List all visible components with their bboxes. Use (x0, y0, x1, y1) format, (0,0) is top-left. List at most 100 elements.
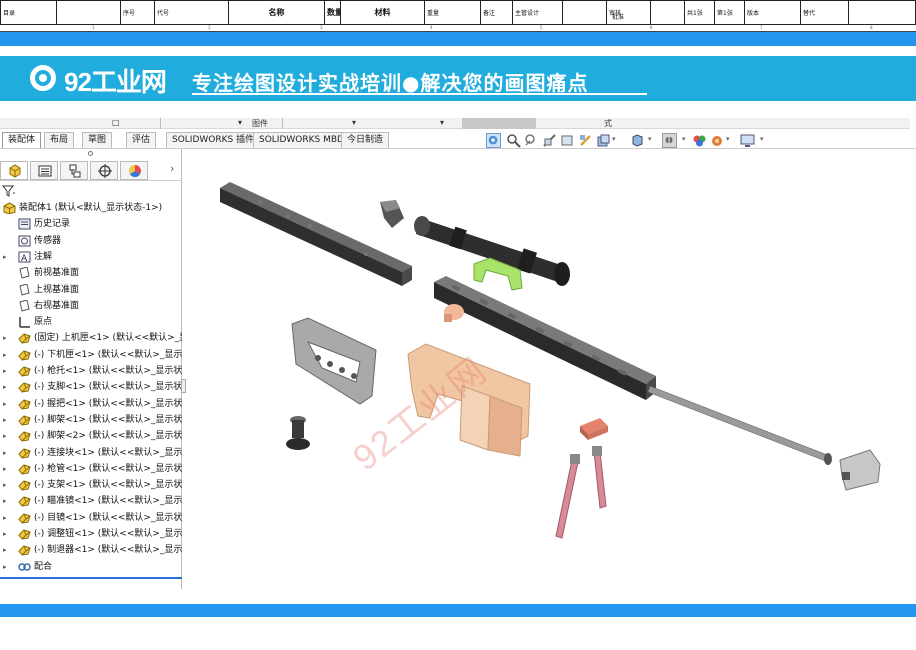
feature-tree-label: (-) 制退器<1> (默认<<默认>_显示状 (34, 545, 182, 556)
panel-scroll-right-icon[interactable]: › (170, 162, 174, 175)
feature-tree-node[interactable]: ▸ (-) 支架<1> (默认<<默认>_显示状态 (0, 477, 182, 493)
bipod-leg-1-part[interactable] (555, 454, 580, 539)
expand-arrow-icon[interactable]: ▸ (3, 379, 7, 395)
tab-solidworks-addins[interactable]: SOLIDWORKS 插件 (166, 132, 261, 148)
toolbar-item[interactable]: 式 (604, 118, 612, 129)
feature-tree-node[interactable]: ▸ (-) 连接块<1> (默认<<默认>_显示状态 (0, 445, 182, 461)
connector-block-part[interactable] (580, 418, 608, 440)
zoom-area-icon[interactable] (506, 133, 521, 148)
expand-arrow-icon[interactable]: ▸ (3, 477, 7, 493)
display-manager-tab[interactable] (120, 161, 148, 180)
apply-scene-icon[interactable] (692, 133, 707, 148)
tab-assembly[interactable]: 装配体 (2, 132, 42, 148)
expand-arrow-icon[interactable]: ▸ (3, 396, 7, 412)
expand-arrow-icon[interactable]: ▸ (3, 445, 7, 461)
tab-layout[interactable]: 布局 (44, 132, 75, 148)
feature-tree-node[interactable]: ▸ (-) 枪管<1> (默认<<默认>_显示状态 (0, 461, 182, 477)
hide-show-items-icon[interactable] (630, 133, 645, 148)
panel-collapse-dot[interactable] (88, 151, 93, 156)
title-cell: 共1张 (684, 0, 715, 25)
tab-sketch[interactable]: 草图 (82, 132, 113, 148)
adjust-knob-part[interactable] (444, 304, 464, 322)
tab-solidworks-mbd[interactable]: SOLIDWORKS MBD (253, 132, 350, 148)
feature-tree-node[interactable]: ▸ (-) 调整钮<1> (默认<<默认>_显示状 (0, 526, 182, 542)
filter-icon[interactable] (2, 185, 16, 197)
stock-part[interactable] (291, 317, 377, 405)
feature-tree-node[interactable]: ▸ (-) 脚架<1> (默认<<默认>_显示状态 (0, 412, 182, 428)
zoom-to-fit-icon[interactable] (486, 133, 501, 148)
feature-tree-tab[interactable] (0, 161, 28, 180)
feature-tree-node[interactable]: ▸ (固定) 上机匣<1> (默认<<默认>_显示 (0, 330, 182, 346)
feature-tree-node[interactable]: ▸ (-) 握把<1> (默认<<默认>_显示状态 (0, 396, 182, 412)
feature-tree-node[interactable]: 原点 (0, 314, 182, 330)
color-wheel-icon (128, 165, 142, 178)
dynamic-annotation-icon[interactable] (560, 133, 575, 148)
feature-tree-node[interactable]: ▸ (-) 脚架<2> (默认<<默认>_显示状态 (0, 428, 182, 444)
tab-evaluate[interactable]: 评估 (126, 132, 157, 148)
section-view-icon[interactable] (542, 133, 557, 148)
scope-part[interactable] (414, 216, 570, 286)
view-settings-icon[interactable] (710, 133, 725, 148)
feature-tree-node[interactable]: ▸ (-) 下机匣<1> (默认<<默认>_显示状 (0, 347, 182, 363)
part-icon (18, 513, 31, 524)
expand-arrow-icon[interactable]: ▸ (3, 412, 7, 428)
small-lever-part[interactable] (380, 200, 404, 228)
blue-divider-top (0, 32, 916, 46)
feature-tree-node[interactable]: 前视基准面 (0, 265, 182, 281)
expand-arrow-icon[interactable]: ▸ (3, 559, 7, 575)
feature-tree-node[interactable]: ▸ (-) 支脚<1> (默认<<默认>_显示状态 (0, 379, 182, 395)
command-manager-tabs: 装配体 布局 草图 评估 SOLIDWORKS 插件 SOLIDWORKS MB… (0, 130, 916, 149)
expand-arrow-icon[interactable]: ▸ (3, 461, 7, 477)
panel-resize-handle[interactable] (181, 379, 186, 393)
bipod-leg-2-part[interactable] (592, 446, 607, 509)
configuration-icon (69, 164, 81, 178)
display-style-icon[interactable] (596, 133, 611, 148)
expand-arrow-icon[interactable]: ▸ (3, 493, 7, 509)
toolbar-item[interactable]: □ (112, 118, 120, 127)
muzzle-brake-part[interactable] (839, 449, 881, 491)
dimxpert-manager-tab[interactable] (90, 161, 118, 180)
toolbar-item[interactable]: 图件 (252, 118, 268, 129)
feature-tree-label: (-) 支架<1> (默认<<默认>_显示状态 (34, 480, 182, 491)
feature-tree-node[interactable]: 装配体1 (默认<默认_显示状态-1>) (0, 200, 182, 216)
previous-view-icon[interactable] (524, 133, 539, 148)
feature-tree-node[interactable]: 传感器 (0, 233, 182, 249)
part-icon (18, 480, 31, 491)
support-foot-part[interactable] (286, 416, 310, 450)
expand-arrow-icon[interactable]: ▸ (3, 347, 7, 363)
expand-arrow-icon[interactable]: ▸ (3, 542, 7, 558)
tab-today-manufacturing[interactable]: 今日制造 (341, 132, 390, 148)
feature-tree-node[interactable]: 上视基准面 (0, 282, 182, 298)
title-cell: 批准 (612, 14, 625, 21)
feature-tree-node[interactable]: ▸ 配合 (0, 559, 182, 575)
monitor-icon[interactable] (740, 133, 755, 148)
heads-up-view-toolbar: ▾ ▾ ▾ ▾ ▾ (484, 131, 774, 151)
upper-receiver-part[interactable] (220, 182, 412, 286)
expand-arrow-icon[interactable]: ▸ (3, 249, 7, 265)
expand-arrow-icon[interactable]: ▸ (3, 510, 7, 526)
title-cell: 版本 (744, 0, 801, 25)
feature-tree-node[interactable]: 历史记录 (0, 216, 182, 232)
feature-tree-node[interactable]: ▸ A 注解 (0, 249, 182, 265)
expand-arrow-icon[interactable]: ▸ (3, 330, 7, 346)
toolbar-dropdown[interactable]: ▾ (238, 118, 242, 127)
barrel-part[interactable] (647, 385, 832, 465)
feature-tree-node[interactable]: ▸ (-) 枪托<1> (默认<<默认>_显示状态 (0, 363, 182, 379)
expand-arrow-icon[interactable]: ▸ (3, 428, 7, 444)
feature-tree-node[interactable]: ▸ (-) 制退器<1> (默认<<默认>_显示状 (0, 542, 182, 558)
promo-banner: 92工业网 专注绘图设计实战培训●解决您的画图痛点 (0, 56, 916, 101)
title-cell: 目录 (0, 0, 57, 25)
property-manager-tab[interactable] (30, 161, 58, 180)
feature-tree-node[interactable]: ▸ (-) 瞄准镜<1> (默认<<默认>_显示状 (0, 493, 182, 509)
configuration-manager-tab[interactable] (60, 161, 88, 180)
toolbar-dropdown[interactable]: ▾ (352, 118, 356, 127)
feature-tree-node[interactable]: ▸ (-) 目镜<1> (默认<<默认>_显示状态 (0, 510, 182, 526)
expand-arrow-icon[interactable]: ▸ (3, 526, 7, 542)
expand-arrow-icon[interactable]: ▸ (3, 363, 7, 379)
origin-icon (19, 317, 30, 328)
toolbar-dropdown[interactable]: ▾ (440, 118, 444, 127)
exploded-assembly-viewport[interactable] (190, 158, 910, 598)
feature-tree-node[interactable]: 右视基准面 (0, 298, 182, 314)
view-orientation-icon[interactable] (578, 133, 593, 148)
edit-appearance-icon[interactable] (662, 133, 677, 148)
